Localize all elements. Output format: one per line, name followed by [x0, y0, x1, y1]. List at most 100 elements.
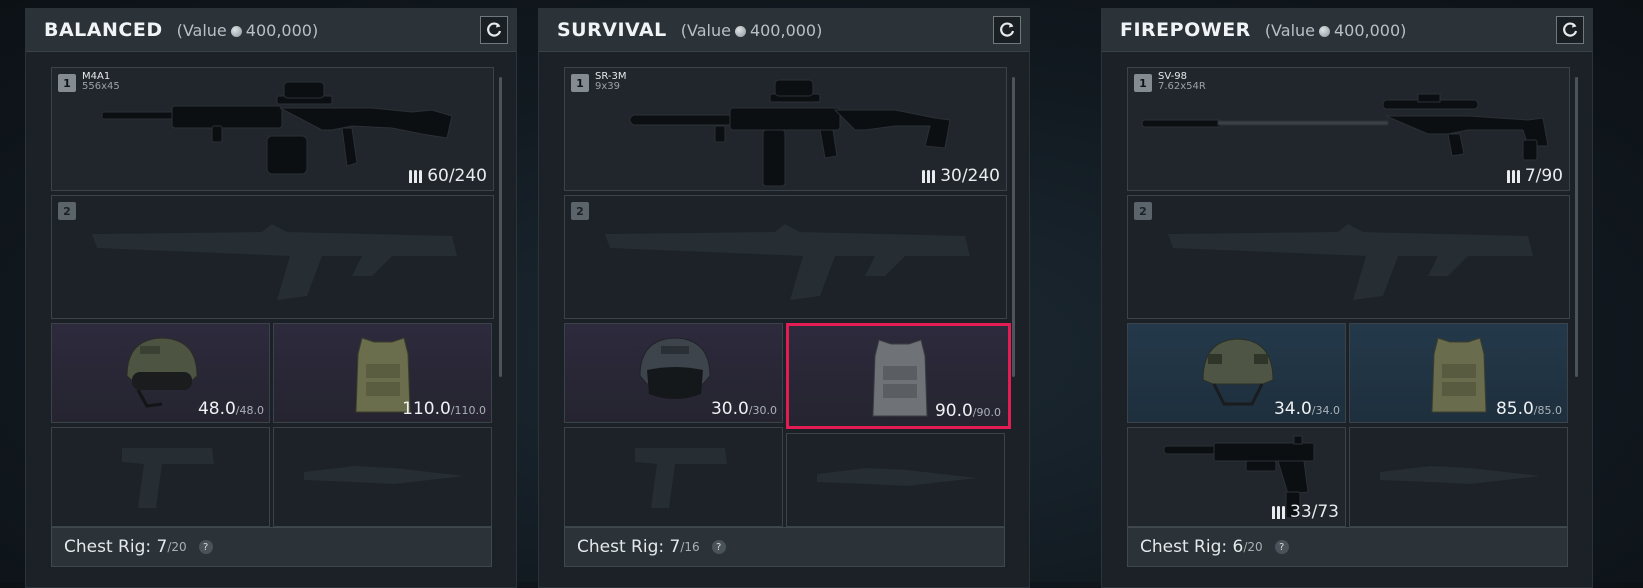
chest-rig-used: 6: [1232, 537, 1244, 557]
refresh-icon: [1000, 22, 1015, 37]
chest-rig-label: Chest Rig:: [577, 537, 665, 557]
durability-max: /90.0: [972, 406, 1001, 419]
durability-value: 90.0: [934, 401, 973, 421]
durability-max: /110.0: [450, 404, 486, 417]
pistol-silhouette-icon: [122, 448, 214, 508]
ammo-value: 60/240: [427, 166, 487, 186]
ammo-count: 7/90: [1506, 166, 1563, 186]
refresh-button[interactable]: [480, 16, 508, 44]
ammo-count: 60/240: [409, 166, 487, 186]
primary-weapon-slot[interactable]: 1 SR-3M 9x39 30/240: [564, 67, 1007, 191]
chest-rig-used: 7: [156, 537, 168, 557]
armor-slot[interactable]: 85.0/85.0: [1349, 323, 1568, 423]
durability-max: /30.0: [748, 404, 777, 417]
melee-slot[interactable]: [273, 427, 492, 527]
pistol-silhouette-icon: [635, 448, 727, 508]
refresh-button[interactable]: [993, 16, 1021, 44]
sniper-rifle-icon: [1141, 93, 1549, 161]
ammo-icon: [1506, 169, 1520, 183]
preset-header: BALANCED (Value 400,000): [26, 9, 516, 52]
secondary-weapon-slot[interactable]: 2: [51, 195, 494, 319]
armor-durability: 110.0/110.0: [402, 399, 486, 419]
chest-rig-label: Chest Rig:: [64, 537, 152, 557]
durability-value: 110.0: [402, 399, 451, 419]
value-label: (Value: [1264, 20, 1315, 40]
sidearm-slot[interactable]: 33/73: [1127, 427, 1346, 527]
knife-silhouette-icon: [304, 466, 464, 484]
primary-weapon-slot[interactable]: 1 M4A1 556x45 60/240: [51, 67, 494, 191]
rifle-silhouette-icon: [1168, 224, 1533, 300]
preset-value: (Value 400,000): [681, 21, 823, 40]
coin-icon: [230, 25, 242, 37]
ammo-count: 33/73: [1272, 502, 1339, 522]
sidearm-slot[interactable]: [51, 427, 270, 527]
knife-silhouette-icon: [1380, 466, 1540, 484]
ammo-icon: [922, 169, 936, 183]
melee-slot[interactable]: [786, 433, 1005, 527]
rifle-silhouette-icon: [92, 224, 457, 300]
value-label: (Value: [176, 20, 227, 40]
helmet-slot[interactable]: 30.0/30.0: [564, 323, 783, 423]
scrollbar[interactable]: [1575, 77, 1578, 377]
preset-header: SURVIVAL (Value 400,000): [539, 9, 1029, 52]
preset-value: (Value 400,000): [177, 21, 319, 40]
coin-icon: [734, 25, 746, 37]
chest-rig-bar[interactable]: Chest Rig: 7/20?: [51, 527, 492, 567]
knife-silhouette-icon: [817, 468, 977, 486]
preset-panel-survival: SURVIVAL (Value 400,000) 1 SR-3M 9x39 30/…: [538, 8, 1030, 588]
durability-value: 48.0: [197, 399, 236, 419]
durability-max: /34.0: [1311, 404, 1340, 417]
preset-title: BALANCED: [44, 19, 163, 41]
secondary-weapon-slot[interactable]: 2: [564, 195, 1007, 319]
chest-rig-bar[interactable]: Chest Rig: 7/16?: [564, 527, 1005, 567]
helmet-durability: 34.0/34.0: [1274, 399, 1340, 419]
refresh-button[interactable]: [1556, 16, 1584, 44]
chest-rig-capacity: /16: [680, 540, 700, 554]
help-icon[interactable]: ?: [711, 540, 726, 554]
help-icon[interactable]: ?: [1274, 540, 1289, 554]
chest-rig-label: Chest Rig:: [1140, 537, 1228, 557]
refresh-icon: [487, 22, 502, 37]
coin-icon: [1319, 25, 1330, 37]
preset-title: SURVIVAL: [557, 19, 667, 41]
chest-rig-bar[interactable]: Chest Rig: 6/20?: [1127, 527, 1568, 567]
durability-max: /85.0: [1533, 404, 1562, 417]
armor-durability: 85.0/85.0: [1496, 399, 1562, 419]
helmet-slot[interactable]: 48.0/48.0: [51, 323, 270, 423]
value-amount: 400,000): [1334, 20, 1407, 40]
preset-title: FIREPOWER: [1120, 19, 1251, 41]
preset-header: FIREPOWER (Value 400,000): [1102, 9, 1592, 52]
armor-durability: 90.0/90.0: [935, 401, 1001, 421]
primary-weapon-slot[interactable]: 1 SV-98 7.62x54R 7/90: [1127, 67, 1570, 191]
armor-slot[interactable]: 90.0/90.0: [786, 323, 1011, 429]
armor-slot[interactable]: 110.0/110.0: [273, 323, 492, 423]
helmet-durability: 48.0/48.0: [198, 399, 264, 419]
value-label: (Value: [680, 20, 731, 40]
rifle-silhouette-icon: [605, 224, 970, 300]
sidearm-slot[interactable]: [564, 427, 783, 527]
durability-value: 85.0: [1495, 399, 1534, 419]
scrollbar[interactable]: [499, 77, 502, 377]
durability-value: 34.0: [1273, 399, 1312, 419]
refresh-icon: [1563, 22, 1578, 37]
chest-rig-capacity: /20: [167, 540, 187, 554]
helmet-slot[interactable]: 34.0/34.0: [1127, 323, 1346, 423]
ammo-value: 7/90: [1524, 166, 1563, 186]
chest-rig-capacity: /20: [1243, 540, 1263, 554]
secondary-weapon-slot[interactable]: 2: [1127, 195, 1570, 319]
preset-value: (Value 400,000): [1265, 21, 1407, 40]
ammo-value: 30/240: [940, 166, 1000, 186]
preset-panel-balanced: BALANCED (Value 400,000) 1 M4A1 556x45 60…: [25, 8, 517, 588]
melee-slot[interactable]: [1349, 427, 1568, 527]
ammo-icon: [409, 169, 423, 183]
preset-panel-firepower: FIREPOWER (Value 400,000) 1 SV-98 7.62x54…: [1101, 8, 1593, 588]
ammo-value: 33/73: [1290, 502, 1339, 522]
ammo-count: 30/240: [922, 166, 1000, 186]
durability-max: /48.0: [235, 404, 264, 417]
ammo-icon: [1272, 505, 1285, 519]
help-icon[interactable]: ?: [198, 540, 213, 554]
value-amount: 400,000): [749, 20, 823, 40]
value-amount: 400,000): [245, 20, 319, 40]
helmet-durability: 30.0/30.0: [711, 399, 777, 419]
scrollbar[interactable]: [1012, 77, 1015, 377]
